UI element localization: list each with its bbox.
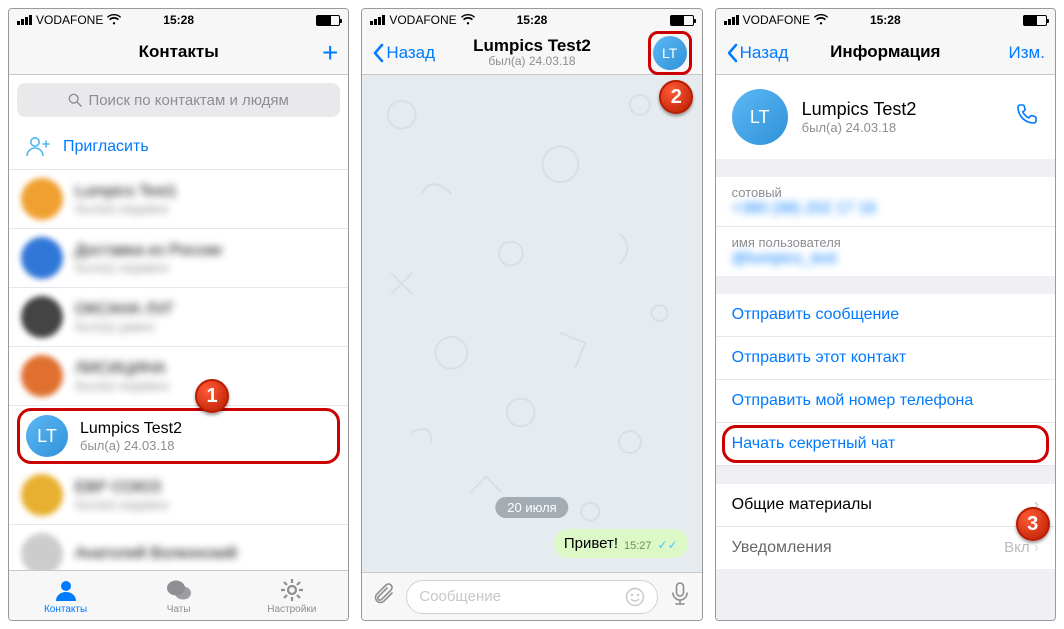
status-bar: VODAFONE 15:28 (716, 9, 1055, 31)
tab-chats[interactable]: Чаты (122, 571, 235, 620)
info-content[interactable]: LT Lumpics Test2 был(а) 24.03.18 сотовый… (716, 75, 1055, 620)
status-bar: VODAFONE 15:28 (362, 9, 701, 31)
status-bar: VODAFONE 15:28 (9, 9, 348, 31)
profile-status: был(а) 24.03.18 (802, 120, 1001, 135)
send-message-button[interactable]: Отправить сообщение (716, 294, 1055, 337)
profile-header: LT Lumpics Test2 был(а) 24.03.18 (716, 75, 1055, 159)
invite-friends-button[interactable]: Пригласить (9, 125, 348, 170)
notifications-button[interactable]: Уведомления Вкл› (716, 527, 1055, 570)
call-button[interactable] (1015, 102, 1039, 133)
send-contact-button[interactable]: Отправить этот контакт (716, 337, 1055, 380)
message-time: 15:27 (624, 540, 652, 552)
read-checkmarks-icon: ✓✓ (658, 538, 678, 552)
phone-field[interactable]: сотовый +380 (98) 202 17 16 (716, 177, 1055, 227)
microphone-icon (670, 582, 690, 606)
contact-row[interactable]: ЕВР СОЮЗбыл(а) недавно (9, 466, 348, 525)
clock: 15:28 (163, 13, 194, 27)
tab-bar: Контакты Чаты Настройки (9, 570, 348, 620)
step-badge-1: 1 (195, 379, 229, 413)
contact-name: Lumpics Test2 (80, 420, 331, 438)
media-section: Общие материалы › Уведомления Вкл› (716, 484, 1055, 570)
chats-icon (165, 577, 193, 603)
tab-settings[interactable]: Настройки (235, 571, 348, 620)
carrier-label: VODAFONE (36, 13, 103, 27)
contacts-list[interactable]: Пригласить Lumpics Test1был(а) недавно Д… (9, 125, 348, 570)
add-contact-button[interactable]: + (322, 37, 338, 69)
profile-avatar-button[interactable]: LT (648, 31, 692, 75)
avatar: LT (26, 415, 68, 457)
nav-bar: Контакты + (9, 31, 348, 75)
invite-label: Пригласить (63, 138, 149, 156)
chat-input-bar: Сообщение (362, 572, 701, 620)
page-title: Контакты (139, 43, 219, 62)
chevron-left-icon (372, 43, 384, 63)
message-input[interactable]: Сообщение (406, 580, 657, 614)
chat-title[interactable]: Lumpics Test2 был(а) 24.03.18 (473, 37, 591, 69)
step-badge-3: 3 (1016, 507, 1050, 541)
contact-details-section: сотовый +380 (98) 202 17 16 имя пользова… (716, 177, 1055, 276)
contact-row[interactable]: Lumpics Test1был(а) недавно (9, 170, 348, 229)
screen-contacts: VODAFONE 15:28 Контакты + Поиск по конта… (8, 8, 349, 621)
page-title: Информация (830, 43, 940, 62)
attach-button[interactable] (370, 582, 398, 612)
back-button[interactable]: Назад (726, 43, 789, 63)
actions-section: Отправить сообщение Отправить этот конта… (716, 294, 1055, 466)
input-placeholder: Сообщение (419, 588, 501, 605)
contact-row[interactable]: ОКСАНА ЛУГбыл(а) давно (9, 288, 348, 347)
invite-icon (25, 135, 49, 159)
search-icon (68, 93, 82, 107)
phone-icon (1015, 102, 1039, 126)
contact-row-highlighted[interactable]: LT Lumpics Test2был(а) 24.03.18 (17, 408, 340, 464)
profile-name: Lumpics Test2 (802, 99, 1001, 120)
screen-chat: VODAFONE 15:28 Назад Lumpics Test2 был(а… (361, 8, 702, 621)
contact-row[interactable]: Анатолий Волконский (9, 525, 348, 570)
battery-icon (316, 15, 340, 26)
nav-bar: Назад Информация Изм. (716, 31, 1055, 75)
start-secret-chat-button[interactable]: Начать секретный чат (716, 423, 1055, 466)
screen-info: VODAFONE 15:28 Назад Информация Изм. LT … (715, 8, 1056, 621)
send-my-number-button[interactable]: Отправить мой номер телефона (716, 380, 1055, 423)
message-text: Привет! (564, 535, 618, 552)
edit-button[interactable]: Изм. (1009, 43, 1045, 63)
contact-row[interactable]: Доставка из Россиибыл(а) недавно (9, 229, 348, 288)
paperclip-icon (372, 582, 396, 606)
nav-bar: Назад Lumpics Test2 был(а) 24.03.18 LT (362, 31, 701, 75)
settings-icon (279, 577, 305, 603)
username-field[interactable]: имя пользователя @lumpics_test (716, 227, 1055, 276)
mic-button[interactable] (666, 582, 694, 612)
search-input[interactable]: Поиск по контактам и людям (17, 83, 340, 117)
tab-contacts[interactable]: Контакты (9, 571, 122, 620)
shared-media-button[interactable]: Общие материалы › (716, 484, 1055, 527)
wifi-icon (107, 13, 121, 28)
chat-area[interactable]: 20 июля Привет! 15:27 ✓✓ (362, 75, 701, 572)
avatar: LT (732, 89, 788, 145)
signal-icon (17, 15, 32, 25)
date-separator: 20 июля (495, 497, 568, 518)
contact-row[interactable]: ЛИСИЦИНАбыл(а) недавно (9, 347, 348, 406)
contact-status: был(а) 24.03.18 (80, 438, 331, 453)
contacts-icon (53, 577, 79, 603)
message-bubble[interactable]: Привет! 15:27 ✓✓ (554, 529, 688, 558)
back-button[interactable]: Назад (372, 43, 435, 63)
avatar: LT (653, 36, 687, 70)
search-placeholder: Поиск по контактам и людям (88, 92, 288, 109)
sticker-icon (625, 587, 645, 607)
